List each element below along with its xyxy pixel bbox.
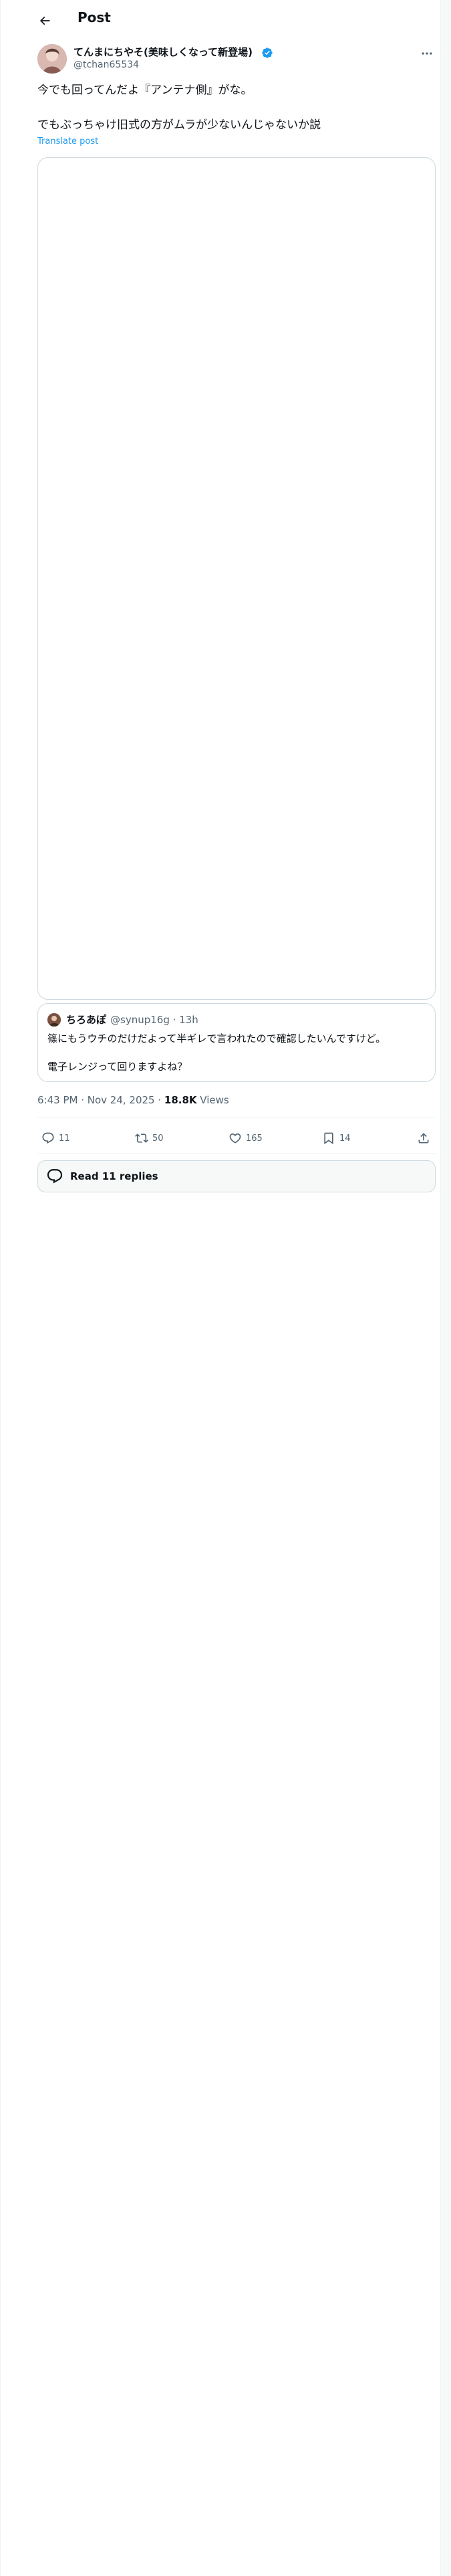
divider [37, 1153, 436, 1154]
bookmark-icon [324, 1132, 333, 1145]
page-title: Post [78, 9, 111, 25]
reply-icon [42, 1132, 54, 1144]
reply-count: 11 [59, 1133, 70, 1144]
share-icon [418, 1133, 429, 1144]
quoted-text-line-2: 電子レンジって回りますよね？ [47, 1061, 188, 1073]
author-avatar[interactable] [37, 44, 67, 74]
bookmark-button[interactable]: 14 [322, 1126, 351, 1150]
post-page: Post てんまにちやそ(美味しくなって新登場) @tchan65534 今でも… [0, 0, 451, 2576]
quoted-author-avatar [47, 1013, 61, 1027]
share-button[interactable] [417, 1126, 430, 1150]
tweet-media[interactable] [37, 157, 436, 1000]
left-border [0, 0, 1, 2576]
verified-badge-icon [261, 47, 273, 59]
read-replies-label: Read 11 replies [70, 1170, 158, 1182]
right-sidebar-edge [440, 0, 451, 2576]
tweet-text-line-1: 今でも回ってんだよ『アンテナ側』がな。 [37, 84, 253, 97]
bookmark-count: 14 [339, 1133, 351, 1144]
more-dots-icon [422, 52, 432, 55]
repost-icon [135, 1134, 148, 1143]
arrow-left-icon [39, 16, 50, 25]
quoted-tweet[interactable]: ちろあぽ @synup16g · 13h 篠にもうウチのだけだよって半ギレで言わ… [37, 1003, 436, 1082]
translate-post-link[interactable]: Translate post [37, 136, 98, 147]
more-options-button[interactable] [419, 47, 435, 60]
action-bar: 11 50 165 14 [37, 1126, 436, 1150]
heart-icon [229, 1133, 241, 1144]
replies-icon [47, 1169, 63, 1184]
like-button[interactable]: 165 [229, 1126, 263, 1150]
avatar-image [37, 44, 67, 74]
like-count: 165 [246, 1133, 263, 1144]
views-count: 18.8K [164, 1094, 197, 1106]
read-replies-button[interactable]: Read 11 replies [37, 1160, 436, 1192]
post-meta: 6:43 PM · Nov 24, 2025 · 18.8K Views [37, 1093, 229, 1107]
author-handle[interactable]: @tchan65534 [73, 59, 139, 71]
post-time-date[interactable]: 6:43 PM · Nov 24, 2025 · [37, 1094, 164, 1106]
repost-count: 50 [152, 1133, 164, 1144]
quoted-author-handle: @synup16g · 13h [110, 1014, 198, 1026]
quoted-author-name: ちろあぽ [66, 1014, 107, 1026]
repost-button[interactable]: 50 [135, 1126, 164, 1150]
reply-button[interactable]: 11 [41, 1126, 70, 1150]
quoted-text-line-1: 篠にもうウチのだけだよって半ギレで言われたので確認したいんですけど。 [47, 1033, 386, 1045]
post-header: Post [0, 0, 440, 35]
views-label: Views [196, 1094, 229, 1106]
tweet-text-line-2: でもぶっちゃけ旧式の方がムラが少ないんじゃないか説 [37, 118, 321, 132]
author-display-name[interactable]: てんまにちやそ(美味しくなって新登場) [73, 45, 253, 59]
back-button[interactable] [33, 9, 56, 32]
